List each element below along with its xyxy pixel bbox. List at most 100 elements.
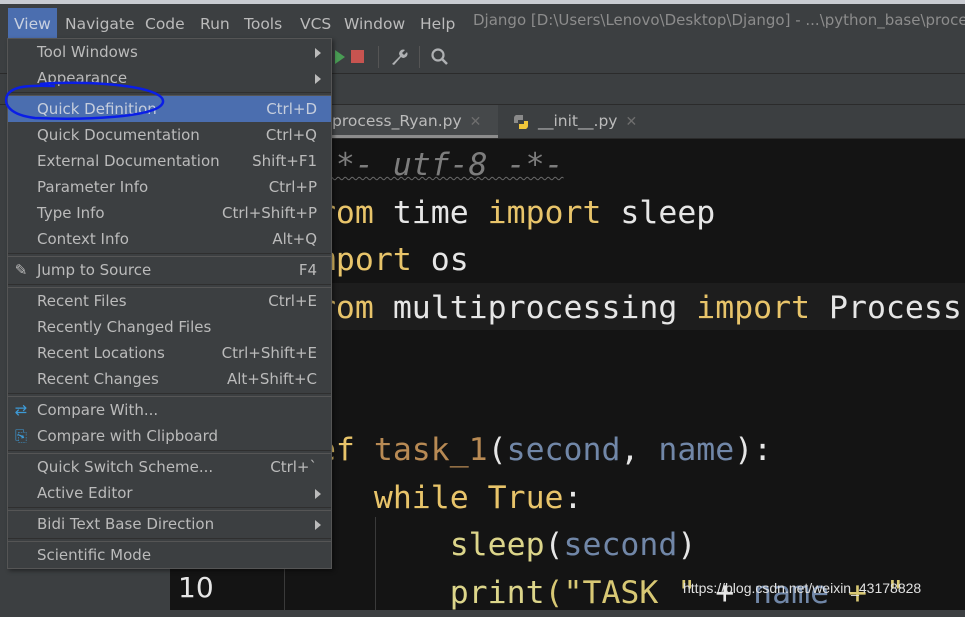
- menu-item-bidi-text-base-direction[interactable]: Bidi Text Base Direction: [8, 511, 331, 537]
- menu-item-recent-locations[interactable]: Recent Locations Ctrl+Shift+E: [8, 340, 331, 366]
- menu-item-label: Quick Switch Scheme...: [37, 458, 214, 476]
- code-token: ):: [734, 432, 773, 468]
- close-icon[interactable]: ✕: [470, 114, 482, 130]
- menu-vcs[interactable]: VCS: [294, 8, 337, 40]
- menu-item-quick-documentation[interactable]: Quick Documentation Ctrl+Q: [8, 122, 331, 148]
- menu-item-parameter-info[interactable]: Parameter Info Ctrl+P: [8, 174, 331, 200]
- run-icon[interactable]: [335, 50, 345, 64]
- python-file-icon: [513, 115, 529, 129]
- menu-item-shortcut: Alt+Q: [272, 230, 317, 248]
- code-line: from time import sleep: [298, 190, 715, 237]
- code-token: import: [696, 289, 830, 326]
- menu-item-jump-to-source[interactable]: ✎ Jump to Source F4: [8, 257, 331, 283]
- tab-init[interactable]: __init__.py ✕: [498, 105, 638, 138]
- menu-item-label: Recent Files: [37, 292, 127, 310]
- menu-item-type-info[interactable]: Type Info Ctrl+Shift+P: [8, 200, 331, 226]
- code-token: multiprocessing: [392, 289, 697, 326]
- menu-item-label: Appearance: [37, 69, 128, 87]
- menu-item-external-documentation[interactable]: External Documentation Shift+F1: [8, 148, 331, 174]
- menu-item-context-info[interactable]: Context Info Alt+Q: [8, 226, 331, 252]
- menu-item-label: Compare With...: [37, 401, 159, 419]
- menu-item-label: Quick Documentation: [37, 126, 200, 144]
- menu-item-appearance[interactable]: Appearance: [8, 65, 331, 91]
- code-token: second: [506, 432, 621, 468]
- menu-item-compare-with[interactable]: ⇄ Compare With...: [8, 397, 331, 423]
- pencil-icon: ✎: [14, 261, 28, 279]
- code-token: ): [677, 527, 697, 563]
- menu-item-quick-switch-scheme[interactable]: Quick Switch Scheme... Ctrl+`: [8, 454, 331, 480]
- menu-item-label: Context Info: [37, 230, 129, 248]
- stop-icon[interactable]: [351, 50, 364, 63]
- menu-item-recent-files[interactable]: Recent Files Ctrl+E: [8, 288, 331, 314]
- menu-window[interactable]: Window: [338, 8, 411, 40]
- menu-tools[interactable]: Tools: [238, 8, 288, 40]
- menu-item-label: Recent Changes: [37, 370, 159, 388]
- menu-item-compare-with-clipboard[interactable]: ⎘ Compare with Clipboard: [8, 423, 331, 449]
- menu-item-label: Jump to Source: [37, 261, 152, 279]
- menu-code[interactable]: Code: [139, 8, 191, 40]
- code-token: sleep: [449, 527, 545, 563]
- close-icon[interactable]: ✕: [625, 114, 637, 130]
- menu-item-label: Active Editor: [37, 484, 133, 502]
- menu-item-shortcut: Ctrl+P: [268, 178, 317, 196]
- menu-item-recent-changes[interactable]: Recent Changes Alt+Shift+C: [8, 366, 331, 392]
- menu-item-label: Tool Windows: [37, 43, 138, 61]
- code-token: import: [487, 194, 621, 231]
- menu-item-scientific-mode[interactable]: Scientific Mode: [8, 542, 331, 568]
- menu-item-label: Recent Locations: [37, 344, 165, 362]
- menu-item-recently-changed-files[interactable]: Recently Changed Files: [8, 314, 331, 340]
- code-token: #-*- utf-8 -*-: [298, 147, 564, 183]
- menu-item-label: Recently Changed Files: [37, 318, 212, 336]
- view-menu: Tool Windows Appearance Quick Definition Ct…: [7, 38, 332, 569]
- menu-item-shortcut: Ctrl+Shift+E: [221, 344, 317, 362]
- menu-item-quick-definition[interactable]: Quick Definition Ctrl+D: [8, 96, 331, 122]
- submenu-arrow-icon: [315, 520, 321, 530]
- code-token: os: [430, 242, 469, 278]
- watermark: https://blog.csdn.net/weixin_43178828: [683, 580, 922, 596]
- menu-run[interactable]: Run: [194, 8, 236, 40]
- window-title: Django [D:\Users\Lenovo\Desktop\Django] …: [473, 11, 965, 29]
- menu-item-label: Parameter Info: [37, 178, 149, 196]
- menu-item-active-editor[interactable]: Active Editor: [8, 480, 331, 506]
- code-token: while: [373, 479, 488, 516]
- menu-item-shortcut: Shift+F1: [252, 152, 317, 170]
- line-number: 10: [178, 571, 214, 604]
- menu-item-label: External Documentation: [37, 152, 220, 170]
- tab-label: __init__.py: [538, 112, 618, 130]
- toolbar-divider: [378, 46, 379, 68]
- compare-clipboard-icon: ⎘: [14, 427, 27, 445]
- menu-item-label: Compare with Clipboard: [37, 427, 219, 445]
- code-token: second: [563, 527, 678, 563]
- wrench-icon[interactable]: [389, 47, 409, 67]
- compare-icon: ⇄: [14, 401, 28, 419]
- code-token: print: [449, 574, 545, 611]
- code-line: def task_1(second, name):: [298, 427, 772, 474]
- code-line: while True:: [298, 475, 583, 522]
- code-token: name: [658, 432, 735, 468]
- menu-item-shortcut: Ctrl+Shift+P: [222, 204, 317, 222]
- code-token: (: [487, 432, 507, 468]
- code-token: task_1: [373, 432, 488, 468]
- menu-item-shortcut: Ctrl+Q: [265, 126, 317, 144]
- menu-item-shortcut: Ctrl+D: [266, 100, 317, 118]
- menu-item-label: Quick Definition: [37, 100, 157, 118]
- code-token: Process: [829, 289, 962, 326]
- code-token: (: [544, 527, 564, 563]
- tab-label: process_Ryan.py: [332, 112, 462, 130]
- code-line: #-*- utf-8 -*-: [298, 142, 564, 189]
- menu-item-label: Scientific Mode: [37, 546, 152, 564]
- submenu-arrow-icon: [315, 48, 321, 58]
- submenu-arrow-icon: [315, 489, 321, 499]
- menu-help[interactable]: Help: [414, 8, 461, 40]
- menu-navigate[interactable]: Navigate: [59, 8, 141, 40]
- search-icon[interactable]: [430, 47, 450, 67]
- menu-item-label: Bidi Text Base Direction: [37, 515, 215, 533]
- menu-item-shortcut: Ctrl+E: [268, 292, 317, 310]
- code-token: sleep: [620, 194, 716, 231]
- menu-view[interactable]: View: [8, 8, 57, 40]
- code-token: ,: [620, 432, 659, 468]
- menu-item-label: Type Info: [37, 204, 105, 222]
- menu-item-tool-windows[interactable]: Tool Windows: [8, 39, 331, 65]
- code-line: sleep(second): [298, 522, 697, 569]
